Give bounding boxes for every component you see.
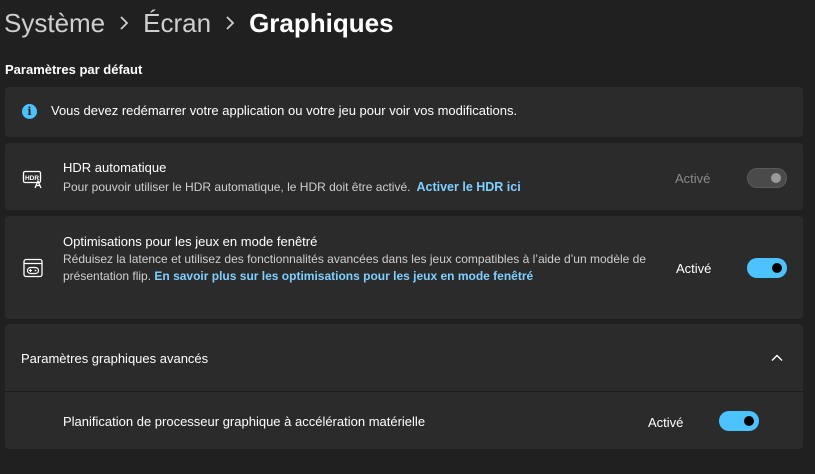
info-icon: i bbox=[22, 104, 37, 119]
auto-hdr-title: HDR automatique bbox=[63, 160, 167, 175]
enable-hdr-link[interactable]: Activer le HDR ici bbox=[416, 180, 520, 194]
advanced-graphics-header[interactable]: Paramètres graphiques avancés bbox=[5, 324, 803, 391]
breadcrumb: Système Écran Graphiques bbox=[4, 4, 394, 42]
advanced-graphics-section: Paramètres graphiques avancés Planificat… bbox=[5, 324, 803, 449]
windowed-games-title: Optimisations pour les jeux en mode fenê… bbox=[63, 234, 318, 249]
svg-text:HDR: HDR bbox=[25, 175, 39, 182]
auto-hdr-state-label: Activé bbox=[675, 171, 711, 186]
windowed-games-description: Réduisez la latence et utilisez des fonc… bbox=[63, 251, 653, 285]
hags-toggle[interactable] bbox=[719, 411, 759, 431]
windowed-games-state-label: Activé bbox=[676, 261, 712, 276]
toggle-knob bbox=[771, 173, 781, 183]
auto-hdr-toggle[interactable] bbox=[747, 168, 787, 188]
breadcrumb-item-systeme[interactable]: Système bbox=[4, 8, 105, 39]
auto-hdr-description-text: Pour pouvoir utiliser le HDR automatique… bbox=[63, 180, 411, 194]
hags-state-label: Activé bbox=[648, 415, 684, 430]
info-banner: i Vous devez redémarrer votre applicatio… bbox=[5, 87, 803, 137]
auto-hdr-setting: HDR HDR automatique Pour pouvoir utilise… bbox=[5, 143, 803, 210]
hags-label: Planification de processeur graphique à … bbox=[63, 414, 426, 429]
section-title: Paramètres par défaut bbox=[5, 62, 143, 77]
info-banner-text: Vous devez redémarrer votre application … bbox=[51, 103, 518, 118]
toggle-knob bbox=[772, 263, 782, 273]
windowed-games-toggle[interactable] bbox=[747, 258, 787, 278]
page-title: Graphiques bbox=[249, 7, 394, 38]
advanced-graphics-title: Paramètres graphiques avancés bbox=[21, 351, 209, 366]
toggle-knob bbox=[744, 416, 754, 426]
game-window-icon bbox=[22, 257, 44, 279]
windowed-games-optimization-setting: Optimisations pour les jeux en mode fenê… bbox=[5, 216, 803, 319]
chevron-up-icon[interactable] bbox=[770, 351, 784, 365]
auto-hdr-description: Pour pouvoir utiliser le HDR automatique… bbox=[63, 179, 623, 196]
learn-more-windowed-link[interactable]: En savoir plus sur les optimisations pou… bbox=[154, 269, 533, 283]
divider bbox=[5, 391, 803, 392]
hdr-icon: HDR bbox=[22, 168, 44, 190]
chevron-right-icon bbox=[225, 16, 235, 30]
breadcrumb-item-ecran[interactable]: Écran bbox=[143, 8, 211, 39]
chevron-right-icon bbox=[119, 16, 129, 30]
